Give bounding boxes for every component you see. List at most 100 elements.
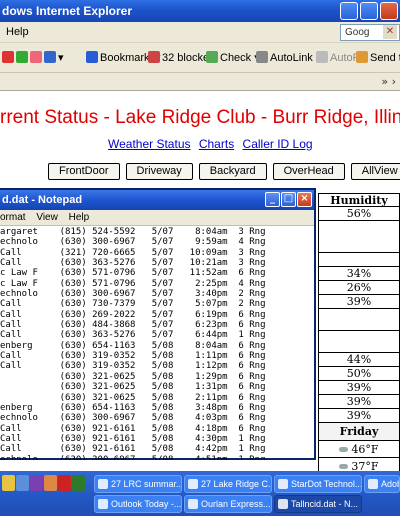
caller-log-line: Call (630) 921-6161 5/08 4:42pm 1 Rng bbox=[0, 444, 266, 455]
maximize-button[interactable] bbox=[360, 2, 378, 20]
caller-log-line: (630) 321-0625 5/08 1:29pm 6 Rng bbox=[0, 371, 266, 382]
caller-id-log-link[interactable]: Caller ID Log bbox=[243, 137, 313, 151]
browser-menubar: Help Goog ✕ bbox=[0, 22, 400, 43]
caller-log-line: Call (630) 363-5276 5/07 10:21am 3 Rng bbox=[0, 258, 266, 269]
charts-link[interactable]: Charts bbox=[199, 137, 234, 151]
google-toolbar: ▾ Bookmarks▾ 32 blocked Check ▾ AutoLink… bbox=[0, 43, 400, 73]
camera-buttons: FrontDoor Driveway Backyard OverHead All… bbox=[48, 163, 400, 180]
humidity-cell: 39% bbox=[319, 409, 399, 423]
caller-log-line: Call (630) 269-2022 5/07 6:19pm 6 Rng bbox=[0, 309, 266, 320]
google-search-box[interactable]: Goog ✕ bbox=[340, 24, 400, 41]
driveway-button[interactable]: Driveway bbox=[125, 163, 193, 180]
adobe-icon bbox=[368, 479, 378, 489]
chevron-right-icon[interactable]: » › bbox=[381, 75, 396, 88]
cloud-icon bbox=[339, 464, 349, 469]
minimize-icon[interactable]: _ bbox=[265, 192, 280, 207]
autofill-icon bbox=[316, 51, 328, 63]
caller-log-line: echnolo (630) 300-6967 5/08 4:03pm 6 Rng bbox=[0, 413, 266, 424]
autolink-button[interactable]: AutoLink ▾ bbox=[256, 51, 321, 64]
outlook-icon bbox=[98, 499, 108, 509]
menu-view[interactable]: View bbox=[36, 212, 58, 223]
maximize-icon[interactable]: □ bbox=[281, 192, 296, 207]
minimize-button[interactable] bbox=[340, 2, 358, 20]
app-icon[interactable] bbox=[58, 475, 71, 491]
caller-log-line: echnolo (630) 300-6967 5/08 4:51pm 1 Rng bbox=[0, 454, 266, 460]
taskbar-button[interactable]: Ourlan Express... bbox=[184, 495, 272, 513]
frontdoor-button[interactable]: FrontDoor bbox=[48, 163, 120, 180]
folder-icon[interactable] bbox=[2, 475, 15, 491]
caller-log-line: Call (630) 921-6161 5/08 4:30pm 1 Rng bbox=[0, 433, 266, 444]
ie-icon bbox=[188, 479, 198, 489]
humidity-cell bbox=[319, 253, 399, 267]
notepad-controls: _ □ × bbox=[265, 192, 312, 207]
links-bar: » › bbox=[0, 73, 400, 91]
search-icon bbox=[44, 51, 56, 63]
app-icon[interactable] bbox=[30, 475, 43, 491]
check-button[interactable]: Check ▾ bbox=[206, 51, 260, 64]
caller-log-line: Call (630) 730-7379 5/07 5:07pm 2 Rng bbox=[0, 299, 266, 310]
app-icon[interactable] bbox=[44, 475, 57, 491]
toolbar-icons[interactable]: ▾ bbox=[2, 51, 64, 64]
caller-log-line: echnolo (630) 300-6967 5/07 9:59am 4 Rng bbox=[0, 237, 266, 248]
backyard-button[interactable]: Backyard bbox=[198, 163, 267, 180]
allview-button[interactable]: AllView bbox=[350, 163, 400, 180]
forecast-day: Friday bbox=[319, 423, 399, 441]
humidity-header: Humidity bbox=[319, 193, 399, 207]
humidity-cell: 44% bbox=[319, 353, 399, 367]
caller-log-line: Call (630) 484-3868 5/07 6:23pm 6 Rng bbox=[0, 320, 266, 331]
close-icon[interactable]: ✕ bbox=[383, 25, 397, 39]
taskbar: 27 LRC summar... 27 Lake Ridge C... Star… bbox=[0, 471, 400, 516]
caller-log-line: Call (630) 319-0352 5/08 1:12pm 6 Rng bbox=[0, 361, 266, 372]
send-to-button[interactable]: Send to▾ bbox=[356, 51, 400, 64]
taskbar-button[interactable]: Adob bbox=[364, 475, 400, 493]
caller-log-line: enberg (630) 654-1163 5/08 3:48pm 6 Rng bbox=[0, 402, 266, 413]
menu-help[interactable]: Help bbox=[6, 22, 29, 42]
taskbar-button[interactable]: 27 Lake Ridge C... bbox=[184, 475, 272, 493]
humidity-cell bbox=[319, 221, 399, 253]
notepad-icon bbox=[278, 499, 288, 509]
caller-log-line: c Law F (630) 571-0796 5/07 11:52am 6 Rn… bbox=[0, 268, 266, 279]
close-icon[interactable]: × bbox=[297, 192, 312, 207]
cloud-icon bbox=[339, 447, 349, 452]
humidity-cell: 50% bbox=[319, 367, 399, 381]
screen: { "browser": { "title": "dows Internet E… bbox=[0, 0, 400, 516]
taskbar-button[interactable]: Outlook Today -... bbox=[94, 495, 182, 513]
notepad-window[interactable]: d.dat - Notepad _ □ × ormat View Help ar… bbox=[0, 188, 316, 460]
caller-log-line: Call (630) 319-0352 5/08 1:11pm 6 Rng bbox=[0, 351, 266, 362]
app-icon[interactable] bbox=[72, 475, 85, 491]
notepad-menubar: ormat View Help bbox=[0, 210, 314, 226]
forecast-temp-high: 46°F bbox=[319, 441, 399, 458]
autolink-icon bbox=[256, 51, 268, 63]
outlook-express-icon bbox=[188, 499, 198, 509]
humidity-cell bbox=[319, 331, 399, 353]
refresh-icon bbox=[16, 51, 28, 63]
humidity-cell: 39% bbox=[319, 395, 399, 409]
close-button[interactable] bbox=[380, 2, 398, 20]
notepad-title-bar[interactable]: d.dat - Notepad _ □ × bbox=[0, 190, 314, 210]
menu-help[interactable]: Help bbox=[69, 212, 90, 223]
desktop-icon[interactable] bbox=[16, 475, 29, 491]
notepad-text-area[interactable]: argaret (815) 524-5592 5/07 8:04am 3 Rng… bbox=[0, 227, 314, 460]
taskbar-button-active[interactable]: Tallncid.dat - N... bbox=[274, 495, 362, 513]
caller-log-line: Call (630) 921-6161 5/08 4:18pm 6 Rng bbox=[0, 423, 266, 434]
ie-icon bbox=[278, 479, 288, 489]
window-controls bbox=[340, 2, 398, 20]
humidity-cell: 56% bbox=[319, 207, 399, 221]
caller-log-line: argaret (815) 524-5592 5/07 8:04am 3 Rng bbox=[0, 227, 266, 237]
humidity-cell bbox=[319, 309, 399, 331]
send-icon bbox=[356, 51, 368, 63]
humidity-cell: 34% bbox=[319, 267, 399, 281]
page-nav-links: Weather Status Charts Caller ID Log bbox=[108, 137, 318, 151]
taskbar-button[interactable]: StarDot Technol... bbox=[274, 475, 362, 493]
taskbar-button[interactable]: 27 LRC summar... bbox=[94, 475, 182, 493]
overhead-button[interactable]: OverHead bbox=[272, 163, 345, 180]
popup-blocker-icon bbox=[148, 51, 160, 63]
humidity-cell: 39% bbox=[319, 295, 399, 309]
weather-table: Humidity 56% 34% 26% 39% 44% 50% 39% 39%… bbox=[318, 193, 400, 475]
humidity-cell: 39% bbox=[319, 381, 399, 395]
caller-log-line: (630) 321-0625 5/08 1:31pm 6 Rng bbox=[0, 382, 266, 393]
menu-format[interactable]: ormat bbox=[0, 212, 26, 223]
weather-status-link[interactable]: Weather Status bbox=[108, 137, 191, 151]
browser-title: dows Internet Explorer bbox=[2, 4, 133, 18]
star-icon bbox=[86, 51, 98, 63]
